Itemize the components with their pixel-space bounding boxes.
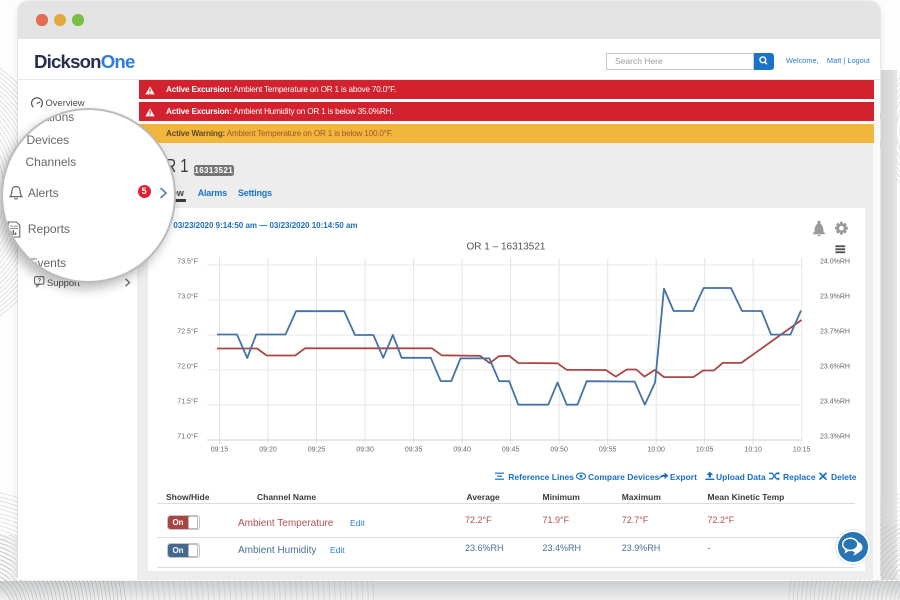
svg-text:?: ? [37,279,41,285]
